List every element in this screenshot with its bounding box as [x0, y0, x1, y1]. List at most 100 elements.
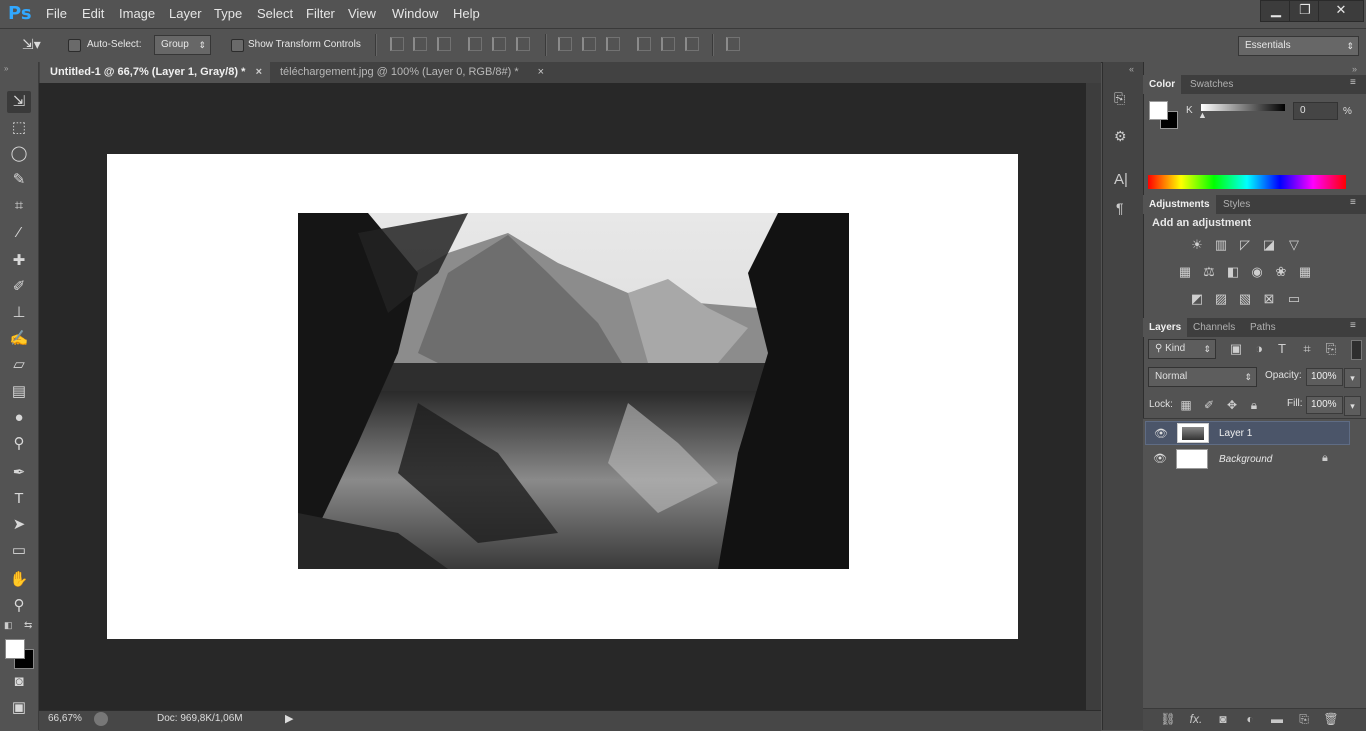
foreground-color-swatch[interactable]: [5, 639, 25, 659]
adjustment-icon[interactable]: ◐: [1242, 712, 1258, 726]
photo-filter-icon[interactable]: ◉: [1248, 265, 1266, 279]
distribute-left-icon[interactable]: [637, 37, 651, 51]
hue-saturation-icon[interactable]: ▦: [1176, 265, 1194, 279]
zoom-tool-icon[interactable]: ⚲: [7, 595, 31, 617]
invert-icon[interactable]: ◩: [1188, 292, 1206, 306]
layer-filter-dropdown[interactable]: ⚲ Kind ⇕: [1148, 339, 1216, 359]
gradient-tool-icon[interactable]: ▤: [7, 381, 31, 403]
new-layer-icon[interactable]: ⎘: [1296, 712, 1312, 727]
lock-position-icon[interactable]: ✥: [1224, 398, 1240, 412]
threshold-icon[interactable]: ▧: [1236, 292, 1254, 306]
character-panel-icon[interactable]: A|: [1114, 171, 1128, 188]
swap-colors-icon[interactable]: ⇆: [24, 620, 32, 631]
crop-tool-icon[interactable]: ⌗: [7, 195, 31, 217]
eyedropper-tool-icon[interactable]: ⁄: [7, 222, 31, 244]
align-left-icon[interactable]: [468, 37, 482, 51]
lasso-tool-icon[interactable]: ◯: [7, 143, 31, 165]
menu-layer[interactable]: Layer: [169, 6, 202, 21]
filter-type-icon[interactable]: T: [1273, 342, 1291, 356]
distribute-top-icon[interactable]: [558, 37, 572, 51]
auto-align-icon[interactable]: [726, 37, 740, 51]
lock-image-icon[interactable]: ✐: [1201, 398, 1217, 412]
align-hcenter-icon[interactable]: [492, 37, 506, 51]
pen-tool-icon[interactable]: ✒: [7, 462, 31, 484]
distribute-right-icon[interactable]: [685, 37, 699, 51]
layer-row-layer-1[interactable]: 👁︎ Layer 1: [1145, 421, 1350, 445]
workspace-dropdown[interactable]: Essentials ⇕: [1238, 36, 1359, 56]
filter-smart-object-icon[interactable]: ⎘: [1322, 342, 1340, 356]
menu-edit[interactable]: Edit: [82, 6, 104, 21]
dodge-tool-icon[interactable]: ⚲: [7, 433, 31, 455]
channel-mixer-icon[interactable]: ❀: [1272, 265, 1290, 279]
collapse-tools-icon[interactable]: »: [4, 64, 8, 73]
marquee-tool-icon[interactable]: ⬚: [7, 117, 31, 139]
tab-adjustments[interactable]: Adjustments: [1143, 195, 1216, 214]
black-white-icon[interactable]: ◧: [1224, 265, 1242, 279]
align-top-icon[interactable]: [390, 37, 404, 51]
blur-tool-icon[interactable]: ●: [7, 407, 31, 429]
quick-mask-icon[interactable]: ◙: [7, 671, 31, 693]
slider-handle-icon[interactable]: ▲: [1198, 110, 1207, 120]
collapse-panels-icon[interactable]: »: [1352, 64, 1357, 74]
levels-icon[interactable]: ▥: [1212, 238, 1230, 252]
menu-image[interactable]: Image: [119, 6, 155, 21]
fill-chevron-icon[interactable]: ▾: [1344, 396, 1361, 416]
hand-tool-icon[interactable]: ✋: [7, 569, 31, 591]
restore-button[interactable]: ❐: [1289, 0, 1321, 22]
zoom-level[interactable]: 66,67%: [48, 713, 82, 724]
paragraph-panel-icon[interactable]: ¶: [1116, 200, 1124, 216]
vertical-scrollbar[interactable]: [1086, 83, 1101, 710]
filter-toggle[interactable]: [1351, 340, 1362, 360]
layer-row-background[interactable]: 👁︎ Background 🔒︎: [1145, 447, 1350, 471]
foreground-color-chip[interactable]: [1149, 101, 1168, 120]
tab-styles[interactable]: Styles: [1217, 195, 1256, 214]
eraser-tool-icon[interactable]: ▱: [7, 354, 31, 376]
vibrance-icon[interactable]: ▽: [1285, 238, 1303, 252]
quick-select-tool-icon[interactable]: ✎: [7, 169, 31, 191]
align-bottom-icon[interactable]: [437, 37, 451, 51]
group-icon[interactable]: ▬: [1269, 712, 1285, 726]
eye-icon[interactable]: 👁︎: [1154, 427, 1168, 440]
brush-tool-icon[interactable]: ✐: [7, 276, 31, 298]
selective-color-icon[interactable]: ⊠: [1260, 292, 1278, 306]
filter-pixel-icon[interactable]: ▣: [1227, 342, 1245, 356]
move-tool-preset-icon[interactable]: ⇲▾: [22, 36, 41, 53]
menu-select[interactable]: Select: [257, 6, 293, 21]
stamp-tool-icon[interactable]: ⊥: [7, 302, 31, 324]
default-colors-icon[interactable]: ◧: [4, 620, 13, 631]
shape-tool-icon[interactable]: ▭: [7, 540, 31, 562]
blend-mode-dropdown[interactable]: Normal ⇕: [1148, 367, 1257, 387]
history-brush-tool-icon[interactable]: ✍: [7, 328, 31, 350]
lock-transparent-icon[interactable]: ▦: [1178, 398, 1194, 412]
layer-name[interactable]: Layer 1: [1219, 428, 1252, 439]
status-menu-icon[interactable]: [94, 712, 108, 726]
menu-view[interactable]: View: [348, 6, 376, 21]
mask-icon[interactable]: ◙: [1215, 712, 1231, 726]
filter-adjustment-icon[interactable]: ◑: [1250, 342, 1268, 356]
menu-type[interactable]: Type: [214, 6, 242, 21]
menu-filter[interactable]: Filter: [306, 6, 335, 21]
menu-file[interactable]: File: [46, 6, 67, 21]
k-value-field[interactable]: 0: [1293, 102, 1338, 120]
gradient-map-icon[interactable]: ▭: [1285, 292, 1303, 306]
link-icon[interactable]: ⛓: [1160, 712, 1176, 726]
menu-window[interactable]: Window: [392, 6, 438, 21]
trash-icon[interactable]: 🗑︎: [1323, 712, 1339, 726]
distribute-bottom-icon[interactable]: [606, 37, 620, 51]
transform-controls-checkbox[interactable]: [231, 39, 244, 52]
panel-menu-icon[interactable]: ≡: [1350, 77, 1356, 88]
move-tool-icon[interactable]: ⇲: [7, 91, 31, 113]
close-icon[interactable]: ×: [538, 62, 544, 83]
screen-mode-icon[interactable]: ▣: [7, 697, 31, 719]
path-select-tool-icon[interactable]: ➤: [7, 514, 31, 536]
tab-layers[interactable]: Layers: [1143, 318, 1188, 337]
distribute-hcenter-icon[interactable]: [661, 37, 675, 51]
color-balance-icon[interactable]: ⚖: [1200, 265, 1218, 279]
exposure-icon[interactable]: ◪: [1260, 238, 1278, 252]
layer-1-image[interactable]: [298, 213, 849, 569]
healing-brush-tool-icon[interactable]: ✚: [7, 250, 31, 272]
collapse-dock-icon[interactable]: «: [1129, 64, 1134, 74]
tab-color[interactable]: Color: [1143, 75, 1182, 94]
tab-telechargement[interactable]: téléchargement.jpg @ 100% (Layer 0, RGB/…: [270, 62, 552, 83]
align-vcenter-icon[interactable]: [413, 37, 427, 51]
